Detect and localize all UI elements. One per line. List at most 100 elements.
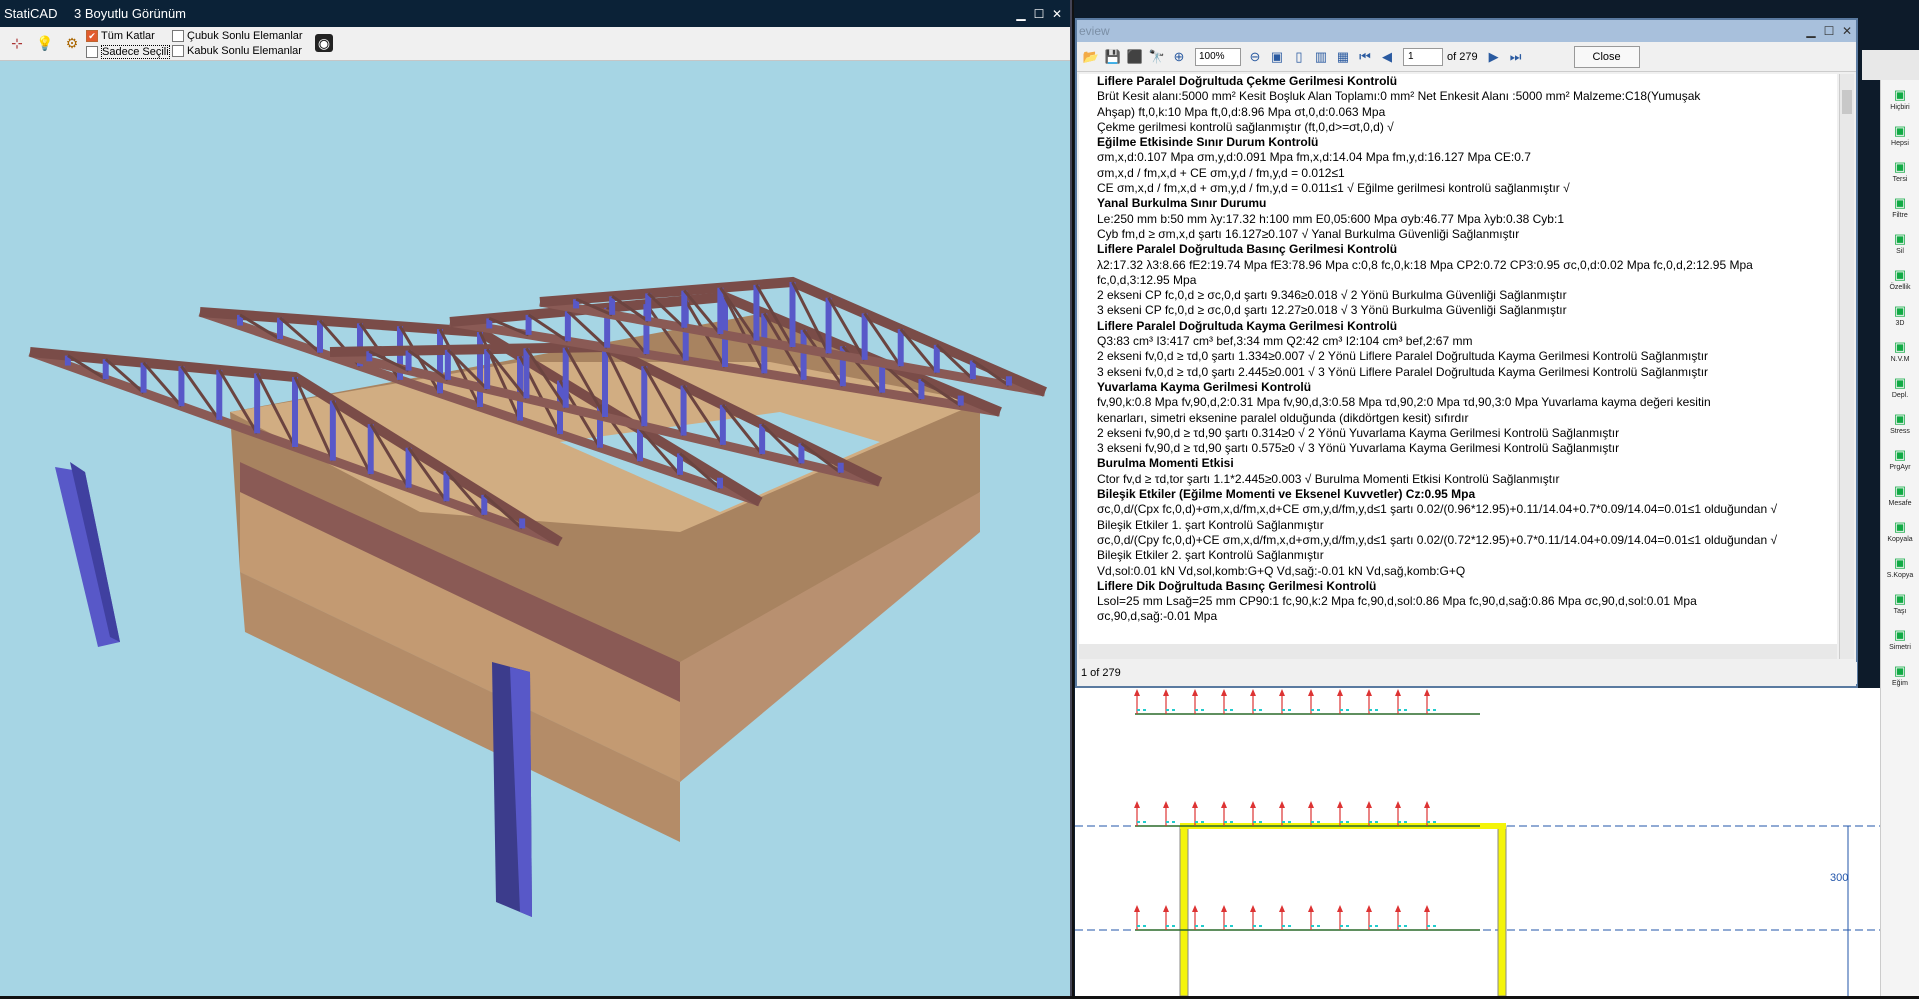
next-page-icon[interactable]: ▶ — [1484, 47, 1504, 67]
arrow-head-icon — [1279, 905, 1285, 912]
tool-n-v-m[interactable]: ▣ N.V.M — [1881, 332, 1919, 368]
arrow-head-icon — [1366, 801, 1372, 808]
shell-fe-checkbox[interactable]: Kabuk Sonlu Elemanlar — [172, 45, 302, 57]
arrow-head-icon — [1163, 689, 1169, 696]
selected-only-label: Sadece Seçili — [101, 45, 170, 59]
shell-fe-label: Kabuk Sonlu Elemanlar — [187, 45, 302, 57]
plan-drawing-canvas[interactable]: 300 — [1075, 688, 1885, 997]
selected-beam[interactable] — [1179, 825, 1189, 997]
arrow-head-icon — [1192, 689, 1198, 696]
report-line: Ctor fv,d ≥ τd,tor şartı 1.1*2.445≥0.003… — [1097, 471, 1560, 486]
arrow-head-icon — [1250, 905, 1256, 912]
tool-hepsi[interactable]: ▣ Hepsi — [1881, 116, 1919, 152]
tool-3d[interactable]: ▣ 3D — [1881, 296, 1919, 332]
tool-ta-[interactable]: ▣ Taşı — [1881, 584, 1919, 620]
maximize-icon[interactable]: ☐ — [1820, 22, 1838, 40]
horizontal-scrollbar[interactable] — [1079, 644, 1837, 659]
last-page-icon[interactable]: ⏭ — [1506, 47, 1526, 67]
report-heading: Eğilme Etkisinde Sınır Durum Kontrolü — [1097, 135, 1319, 150]
report-heading: Yanal Burkulma Sınır Durumu — [1097, 196, 1267, 211]
report-line: Bileşik Etkiler 1. şart Kontrolü Sağlanm… — [1097, 517, 1324, 532]
light-icon[interactable]: 💡 — [36, 34, 54, 52]
report-line: 2 ekseni fv,90,d ≥ τd,90 şartı 0.314≥0 √… — [1097, 425, 1620, 440]
axis-icon[interactable]: ⊹ — [8, 34, 26, 52]
close-icon[interactable]: ✕ — [1838, 22, 1856, 40]
tool-label: Simetri — [1889, 643, 1911, 651]
minimize-icon[interactable]: ▁ — [1802, 22, 1820, 40]
report-heading: Liflere Dik Doğrultuda Basınç Gerilmesi … — [1097, 578, 1377, 593]
minimize-icon[interactable]: ▁ — [1012, 5, 1030, 23]
tool-hi-biri[interactable]: ▣ Hiçbiri — [1881, 80, 1919, 116]
move-icon: ▣ — [1893, 590, 1907, 606]
tool-label: PrgAyr — [1889, 463, 1911, 471]
zoom-out-icon[interactable]: ⊖ — [1245, 47, 1265, 67]
tool-simetri[interactable]: ▣ Simetri — [1881, 620, 1919, 656]
checkbox-checked-icon: ✔ — [86, 30, 98, 42]
tool-mesafe[interactable]: ▣ Mesafe — [1881, 476, 1919, 512]
arrow-head-icon — [1424, 905, 1430, 912]
delete-icon: ▣ — [1893, 230, 1907, 246]
tool-prgayr[interactable]: ▣ PrgAyr — [1881, 440, 1919, 476]
3d-model-scene[interactable] — [0, 62, 1070, 996]
scroll-thumb[interactable] — [1842, 90, 1852, 114]
report-line: 3 ekseni fv,90,d ≥ τd,90 şartı 0.575≥0 √… — [1097, 441, 1620, 456]
find-icon[interactable]: 🔭 — [1147, 47, 1167, 67]
first-page-icon[interactable]: ⏮ — [1355, 47, 1375, 67]
tool--zellik[interactable]: ▣ Özellik — [1881, 260, 1919, 296]
bar-fe-checkbox[interactable]: Çubuk Sonlu Elemanlar — [172, 30, 303, 42]
zoom-in-icon[interactable]: ⊕ — [1169, 47, 1189, 67]
fit-page-icon[interactable]: ▣ — [1267, 47, 1287, 67]
camera-icon[interactable]: ◉ — [315, 34, 333, 52]
preview-titlebar: eview ▁ ☐ ✕ — [1077, 20, 1856, 42]
close-icon[interactable]: ✕ — [1048, 5, 1066, 23]
arrow-head-icon — [1308, 689, 1314, 696]
report-line: Vd,sol:0.01 kN Vd,sol,komb:G+Q Vd,sağ:-0… — [1097, 563, 1466, 578]
maximize-icon[interactable]: ☐ — [1030, 5, 1048, 23]
report-line: σc,0,d/(Cpx fc,0,d)+σm,x,d/fm,x,d+CE σm,… — [1097, 502, 1778, 517]
tool-label: Eğim — [1892, 679, 1908, 687]
save-icon[interactable]: 💾 — [1103, 47, 1123, 67]
tool-tersi[interactable]: ▣ Tersi — [1881, 152, 1919, 188]
all-floors-label: Tüm Katlar — [101, 30, 155, 42]
arrow-head-icon — [1163, 801, 1169, 808]
report-line: Ahşap) ft,0,k:10 Mpa ft,0,d:8.96 Mpa σt,… — [1097, 104, 1386, 119]
report-line: 3 ekseni CP fc,0,d ≥ σc,0,d şartı 12.27≥… — [1097, 303, 1567, 318]
tool-label: Hepsi — [1891, 139, 1909, 147]
open-icon[interactable]: 📂 — [1081, 47, 1101, 67]
selected-only-checkbox[interactable]: Sadece Seçili — [86, 45, 170, 59]
special-copy-icon: ▣ — [1893, 554, 1907, 570]
tool-stress[interactable]: ▣ Stress — [1881, 404, 1919, 440]
page-number-input[interactable]: 1 — [1403, 47, 1443, 66]
multi-page-icon[interactable]: ▦ — [1333, 47, 1353, 67]
ribbon-area — [1862, 50, 1919, 80]
zoom-select[interactable]: 100% — [1195, 47, 1241, 66]
tool-label: 3D — [1895, 319, 1905, 327]
arrow-head-icon — [1192, 905, 1198, 912]
render-icon[interactable]: ⚙ — [63, 34, 81, 52]
close-button[interactable]: Close — [1573, 45, 1640, 68]
copy-icon: ▣ — [1893, 518, 1907, 534]
all-floors-checkbox[interactable]: ✔ Tüm Katlar — [86, 30, 155, 42]
tool-s-kopya[interactable]: ▣ S.Kopya — [1881, 548, 1919, 584]
report-line: σc,90,d,sağ:-0.01 Mpa — [1097, 609, 1218, 624]
single-page-icon[interactable]: ▯ — [1289, 47, 1309, 67]
checkbox-icon — [172, 45, 184, 57]
distance-icon: ▣ — [1893, 482, 1907, 498]
right-toolbar: ▣ Hiçbiri ▣ Hepsi ▣ Tersi ▣ Filtre ▣ Sil ▣ Özellik ▣… — [1880, 80, 1919, 996]
arrow-head-icon — [1221, 801, 1227, 808]
tool-kopyala[interactable]: ▣ Kopyala — [1881, 512, 1919, 548]
arrow-head-icon — [1134, 689, 1140, 696]
selected-beam[interactable] — [1497, 825, 1507, 997]
settings-icon: ▣ — [1893, 446, 1907, 462]
tool-e-im[interactable]: ▣ Eğim — [1881, 656, 1919, 692]
tool-sil[interactable]: ▣ Sil — [1881, 224, 1919, 260]
tool-filtre[interactable]: ▣ Filtre — [1881, 188, 1919, 224]
two-page-icon[interactable]: ▥ — [1311, 47, 1331, 67]
tool-depl-[interactable]: ▣ Depl. — [1881, 368, 1919, 404]
pdf-icon[interactable]: ⬛ — [1125, 47, 1145, 67]
prev-page-icon[interactable]: ◀ — [1377, 47, 1397, 67]
checkbox-icon — [86, 46, 98, 58]
arrow-head-icon — [1308, 905, 1314, 912]
report-line: CE σm,x,d / fm,x,d + σm,y,d / fm,y,d = 0… — [1097, 181, 1570, 196]
vertical-scrollbar[interactable] — [1839, 74, 1854, 659]
